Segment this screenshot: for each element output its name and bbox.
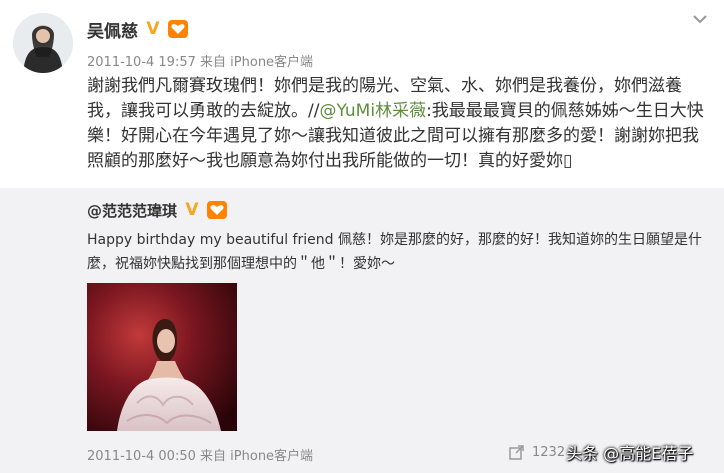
repost-time[interactable]: 2011-10-4 00:50	[87, 449, 196, 464]
chevron-down-icon[interactable]	[690, 10, 710, 28]
share-icon[interactable]	[508, 443, 526, 461]
verified-v-icon: V	[185, 199, 199, 220]
post-author-line: 吴佩慈 V	[87, 16, 188, 42]
member-badge-icon[interactable]	[207, 201, 228, 219]
mention-link[interactable]: @YuMi林采薇	[319, 101, 426, 121]
post-source[interactable]: iPhone客户端	[230, 55, 313, 70]
repost-author-name[interactable]: @范范范瑋琪	[87, 200, 177, 221]
post-meta: 2011-10-4 19:57 来自 iPhone客户端	[87, 51, 313, 70]
repost-meta: 2011-10-4 00:50 来自 iPhone客户端	[87, 445, 313, 464]
repost-actions: 1232	[508, 441, 565, 463]
repost-text: Happy birthday my beautiful friend 佩慈！妳是…	[87, 232, 702, 272]
avatar[interactable]	[13, 13, 73, 73]
source-prefix: 来自	[200, 55, 227, 70]
watermark: 头条 @高能E蓓子	[566, 444, 694, 463]
repost-source[interactable]: iPhone客户端	[230, 449, 313, 464]
author-name[interactable]: 吴佩慈	[87, 17, 138, 42]
repost-author-line: @范范范瑋琪 V	[87, 198, 228, 222]
reposted-content: @范范范瑋琪 V Happy birthday my beautiful fri…	[0, 188, 724, 473]
repost-photo[interactable]	[87, 283, 237, 431]
weibo-post: 吴佩慈 V 2011-10-4 19:57 来自 iPhone客户端 謝謝我們凡…	[0, 0, 724, 188]
post-text: 謝謝我們凡爾賽玫瑰們！妳們是我的陽光、空氣、水、妳們是我養份，妳們滋養我，讓我可…	[87, 74, 715, 174]
member-badge-icon[interactable]	[168, 20, 188, 38]
repost-source-prefix: 来自	[200, 449, 227, 464]
repost-count[interactable]: 1232	[532, 445, 565, 460]
post-time[interactable]: 2011-10-4 19:57	[87, 55, 196, 70]
verified-v-icon: V	[146, 18, 160, 39]
